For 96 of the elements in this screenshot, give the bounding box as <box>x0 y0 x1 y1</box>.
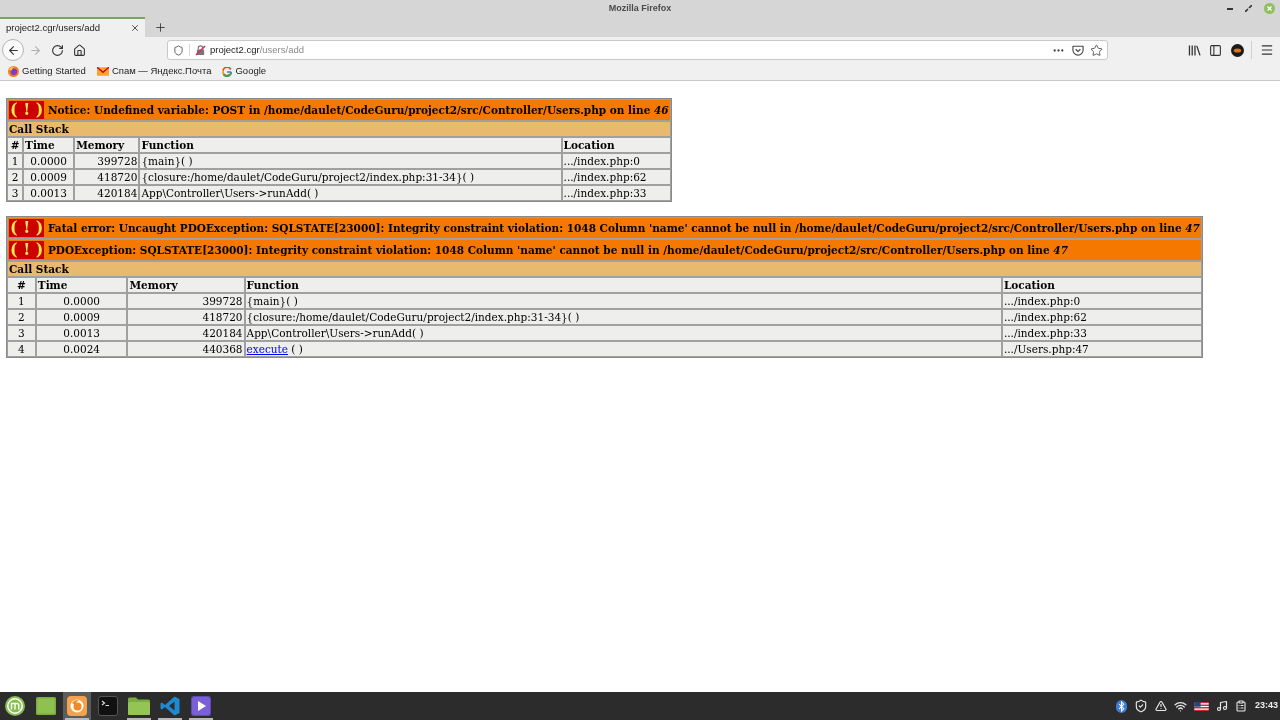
home-icon <box>72 43 86 57</box>
arrow-right-icon <box>28 43 42 57</box>
table-cell: .../index.php:62 <box>561 169 671 185</box>
arrow-left-icon <box>6 43 20 57</box>
table-cell: .../Users.php:47 <box>1001 341 1202 357</box>
terminal-icon <box>98 696 118 716</box>
back-button[interactable] <box>2 39 24 61</box>
table-cell: 2 <box>7 169 24 185</box>
column-header: # <box>7 277 36 293</box>
clock[interactable]: 23:43 <box>1254 699 1278 713</box>
table-cell: 420184 <box>74 185 140 201</box>
table-cell: 3 <box>7 325 36 341</box>
table-cell: App\Controller\Users->runAdd( ) <box>139 185 562 201</box>
call-stack-title: Call Stack <box>7 121 671 137</box>
table-cell: 399728 <box>127 293 245 309</box>
table-cell: 0.0009 <box>35 309 128 325</box>
column-header: Memory <box>127 277 245 293</box>
folder-icon <box>128 697 150 715</box>
taskbar-button[interactable] <box>63 692 91 720</box>
error-message: Fatal error: Uncaught PDOException: SQLSTATE[23000]: Integrity constraint violation: 1048 Column 'name' cannot be null in /home/daulet/CodeGuru/project2/src/Controller/Users.php on line 47 <box>47 222 1200 234</box>
restore-icon[interactable] <box>1245 5 1252 12</box>
minimize-icon[interactable] <box>1227 7 1233 10</box>
table-cell: 399728 <box>74 153 140 169</box>
column-header: Memory <box>74 137 140 153</box>
table-cell: 0.0000 <box>23 153 75 169</box>
table-cell: 4 <box>7 341 36 357</box>
column-header: Time <box>35 277 128 293</box>
menu-icon[interactable] <box>1260 43 1274 57</box>
struck-lock-icon <box>195 44 206 56</box>
flag-icon[interactable] <box>1193 701 1209 711</box>
table-cell: 0.0024 <box>35 341 128 357</box>
table-cell: 1 <box>7 153 24 169</box>
error-badge: ( ! ) <box>9 241 45 259</box>
table-cell: {main}( ) <box>244 293 1002 309</box>
code-editor-icon <box>160 696 180 716</box>
bookmark-item[interactable]: Спам — Яндекс.Почта <box>96 64 212 79</box>
window-title: Mozilla Firefox <box>608 4 672 13</box>
wifi-icon[interactable] <box>1173 699 1187 713</box>
table-cell: 420184 <box>127 325 245 341</box>
table-cell: 0.0009 <box>23 169 75 185</box>
library-icon[interactable] <box>1188 44 1201 56</box>
bookmark-item[interactable]: Getting Started <box>8 64 86 79</box>
column-header: Time <box>23 137 75 153</box>
column-header: Location <box>561 137 671 153</box>
table-cell: {closure:/home/daulet/CodeGuru/project2/index.php:31-34}( ) <box>244 309 1002 325</box>
reload-icon <box>50 43 64 57</box>
play-icon <box>191 696 211 716</box>
browser-tab[interactable]: project2.cgr/users/add <box>0 17 145 37</box>
google-g-icon <box>222 66 233 77</box>
column-header: # <box>7 137 24 153</box>
table-cell: {closure:/home/daulet/CodeGuru/project2/index.php:31-34}( ) <box>139 169 562 185</box>
browser-logo-icon <box>8 66 19 77</box>
column-header: Location <box>1001 277 1202 293</box>
table-cell: .../index.php:33 <box>561 185 671 201</box>
column-header: Function <box>139 137 562 153</box>
table-cell: 0.0013 <box>23 185 75 201</box>
function-link[interactable]: execute <box>246 343 288 355</box>
star-icon[interactable] <box>1090 43 1103 57</box>
error-badge: ( ! ) <box>9 219 45 237</box>
music-note-icon[interactable] <box>1215 700 1228 712</box>
address-field[interactable]: project2.cgr/users/add <box>167 40 1108 60</box>
table-cell: 0.0013 <box>35 325 128 341</box>
function-call-text: ( ) <box>291 343 303 355</box>
table-cell: 2 <box>7 309 36 325</box>
error-message: Notice: Undefined variable: POST in /home/daulet/CodeGuru/project2/src/Controller/Users.php on line 46 <box>47 104 669 116</box>
warning-icon[interactable] <box>1154 700 1167 712</box>
column-header: Function <box>244 277 1002 293</box>
start-menu-icon <box>5 696 25 716</box>
close-tab-icon[interactable] <box>130 23 140 33</box>
table-cell: 0.0000 <box>35 293 128 309</box>
pocket-icon[interactable] <box>1072 44 1084 56</box>
envelope-icon <box>96 67 109 76</box>
call-stack-title: Call Stack <box>7 261 1202 277</box>
clipboard-icon[interactable] <box>1234 700 1247 712</box>
bluetooth-icon[interactable] <box>1115 699 1127 713</box>
error-badge: ( ! ) <box>9 101 45 119</box>
account-avatar-icon[interactable] <box>1231 43 1244 57</box>
sidebar-icon[interactable] <box>1209 43 1222 57</box>
table-cell: 440368 <box>127 341 245 357</box>
table-cell: {main}( ) <box>139 153 562 169</box>
new-tab-icon[interactable] <box>154 20 167 34</box>
table-cell: .../index.php:33 <box>1001 325 1202 341</box>
browser-icon <box>67 696 87 716</box>
error-message: PDOException: SQLSTATE[23000]: Integrity constraint violation: 1048 Column 'name' cannot be null in /home/daulet/CodeGuru/project2/src/Controller/Users.php on line 47 <box>47 244 1068 256</box>
desktop-icon <box>36 697 56 715</box>
shield-icon <box>173 44 184 56</box>
table-cell: 1 <box>7 293 36 309</box>
table-cell: 3 <box>7 185 24 201</box>
table-cell: .../index.php:0 <box>1001 293 1202 309</box>
table-cell: 418720 <box>127 309 245 325</box>
table-cell: 418720 <box>74 169 140 185</box>
table-cell: App\Controller\Users->runAdd( ) <box>244 325 1002 341</box>
table-cell: .../index.php:0 <box>561 153 671 169</box>
table-cell: .../index.php:62 <box>1001 309 1202 325</box>
bookmark-item[interactable]: Google <box>222 64 267 79</box>
shield-check-icon[interactable] <box>1133 699 1148 713</box>
